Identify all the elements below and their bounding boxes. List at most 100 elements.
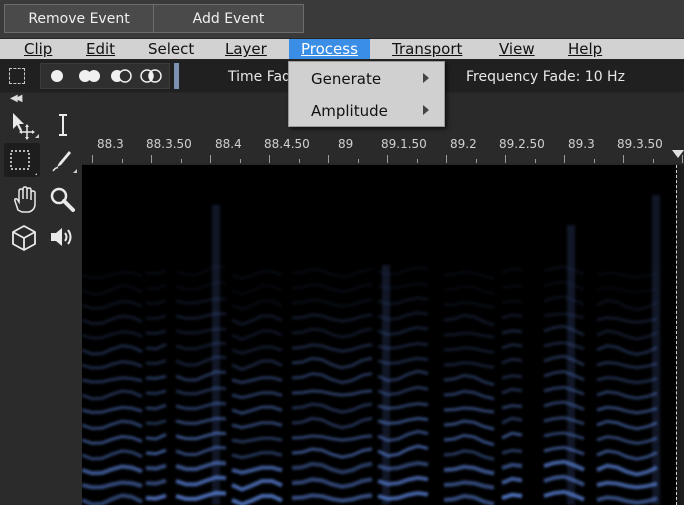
ruler-tick-mark (623, 155, 624, 163)
rectangle-select-tool[interactable] (4, 143, 40, 177)
collapse-palette-icon[interactable]: ◀◀ (10, 93, 23, 104)
spectrogram-harmonic (596, 271, 658, 279)
speaker-tool[interactable] (44, 220, 80, 254)
spectrogram-harmonic (543, 341, 585, 351)
menu-item-generate[interactable]: Generate (289, 64, 444, 94)
menu-process[interactable]: Process (289, 39, 370, 59)
spectrogram-harmonic (543, 280, 585, 291)
menu-view[interactable]: View (499, 39, 535, 59)
ruler-tick-mark (298, 159, 300, 163)
top-action-bar: Remove Event Add Event (0, 0, 684, 38)
add-event-button[interactable]: Add Event (153, 4, 304, 33)
brush-tool[interactable] (44, 143, 80, 177)
spectrogram-harmonic (291, 477, 373, 489)
spectrogram-streak (382, 265, 390, 505)
spectrogram-harmonic (501, 266, 523, 275)
menu-layer[interactable]: Layer (225, 39, 267, 59)
spectrogram-harmonic (596, 286, 658, 294)
spectrogram-harmonic (501, 374, 523, 380)
menu-clip[interactable]: Clip (24, 39, 52, 59)
zoom-tool[interactable] (44, 182, 80, 216)
spectrogram-harmonic (543, 324, 585, 337)
spectrogram-harmonic (231, 465, 283, 475)
spectrogram-harmonic (543, 400, 585, 411)
spectrogram-harmonic (443, 493, 495, 505)
spectrogram-harmonic (145, 448, 167, 456)
ruler-tick-label: 89 (338, 137, 354, 151)
spectrogram-harmonic (145, 419, 167, 426)
remove-event-button[interactable]: Remove Event (4, 4, 154, 33)
spectrogram-harmonic (596, 329, 658, 341)
hand-tool[interactable] (6, 182, 42, 216)
spectrogram-harmonic (543, 354, 585, 367)
spectrogram-harmonic (501, 357, 523, 365)
playhead-marker-icon[interactable] (672, 150, 684, 158)
spectrogram-harmonic (543, 445, 585, 456)
cube-tool[interactable] (6, 220, 42, 254)
spectrogram-harmonic (82, 299, 143, 310)
mode-intersect-icon[interactable] (140, 69, 162, 83)
spectrogram-harmonic (82, 314, 143, 326)
spectrogram-harmonic (443, 480, 495, 490)
spectrogram-harmonic (501, 448, 523, 455)
ruler-tick-label: 89.3 (568, 137, 595, 151)
text-cursor-tool[interactable] (44, 108, 80, 142)
submenu-arrow-icon (423, 73, 429, 83)
spectrogram-harmonic (291, 461, 373, 475)
spectrogram-harmonic (145, 283, 167, 291)
mode-add-icon[interactable] (79, 70, 100, 82)
spectrogram-view[interactable] (82, 165, 676, 505)
spectrogram-harmonic (231, 299, 283, 312)
time-fade-label: Time Fad (228, 69, 291, 85)
spectrogram-harmonic (145, 342, 167, 351)
spectrogram-harmonic (145, 374, 167, 380)
spectrogram-harmonic (543, 370, 585, 382)
spectrogram-harmonic (596, 449, 658, 461)
menu-edit[interactable]: Edit (86, 39, 115, 59)
spectrogram-harmonic (501, 476, 523, 485)
move-arrow-icon (13, 113, 39, 140)
spectrogram-harmonic (596, 480, 658, 490)
spectrogram-harmonic (596, 375, 658, 385)
ruler-tick-mark (446, 155, 447, 163)
mode-replace-icon[interactable] (51, 70, 63, 82)
menu-select[interactable]: Select (148, 39, 194, 59)
ruler-tick-mark (475, 159, 477, 163)
spectrogram-harmonic (145, 432, 167, 441)
spectrogram-harmonic (291, 389, 373, 397)
spectrogram-harmonic (443, 373, 495, 387)
spectrogram-harmonic (82, 449, 143, 461)
spectrogram-harmonic (443, 331, 495, 339)
spectrogram-harmonic (231, 436, 283, 444)
menu-help[interactable]: Help (568, 39, 602, 59)
spectrogram-harmonic (291, 327, 373, 339)
spectrogram-harmonic (231, 494, 283, 505)
ruler-tick-mark (593, 159, 595, 163)
spectrogram-harmonic (596, 316, 658, 324)
vertical-scrollbar[interactable] (676, 165, 684, 505)
magnifier-icon (50, 187, 75, 212)
spectrogram-harmonic (145, 269, 167, 276)
spectrogram-harmonic (82, 419, 143, 431)
spectrogram-harmonic (231, 451, 283, 460)
spectrogram-harmonic (596, 495, 658, 505)
spectrogram-harmonic (231, 359, 283, 372)
spectrogram-harmonic (82, 389, 143, 401)
ruler-tick-label: 88.4.50 (264, 137, 310, 151)
ruler-tick-mark (652, 159, 654, 163)
marquee-select-icon[interactable] (9, 68, 25, 84)
mode-subtract-icon[interactable] (111, 69, 132, 83)
spectrogram-harmonic (443, 361, 495, 369)
spectrogram-harmonic (231, 314, 283, 327)
spectrogram-harmonic (501, 416, 523, 425)
move-tool[interactable] (6, 108, 42, 142)
spectrogram-harmonic (291, 447, 373, 459)
spectrogram-harmonic (543, 385, 585, 396)
menu-item-amplitude[interactable]: Amplitude (289, 96, 444, 126)
ruler-tick-mark (210, 155, 211, 163)
spectrogram-harmonic (82, 270, 143, 280)
brush-icon (52, 151, 77, 173)
spectrogram-harmonic (501, 492, 523, 500)
menu-transport[interactable]: Transport (392, 39, 462, 59)
ruler-tick-label: 89.2 (450, 137, 477, 151)
